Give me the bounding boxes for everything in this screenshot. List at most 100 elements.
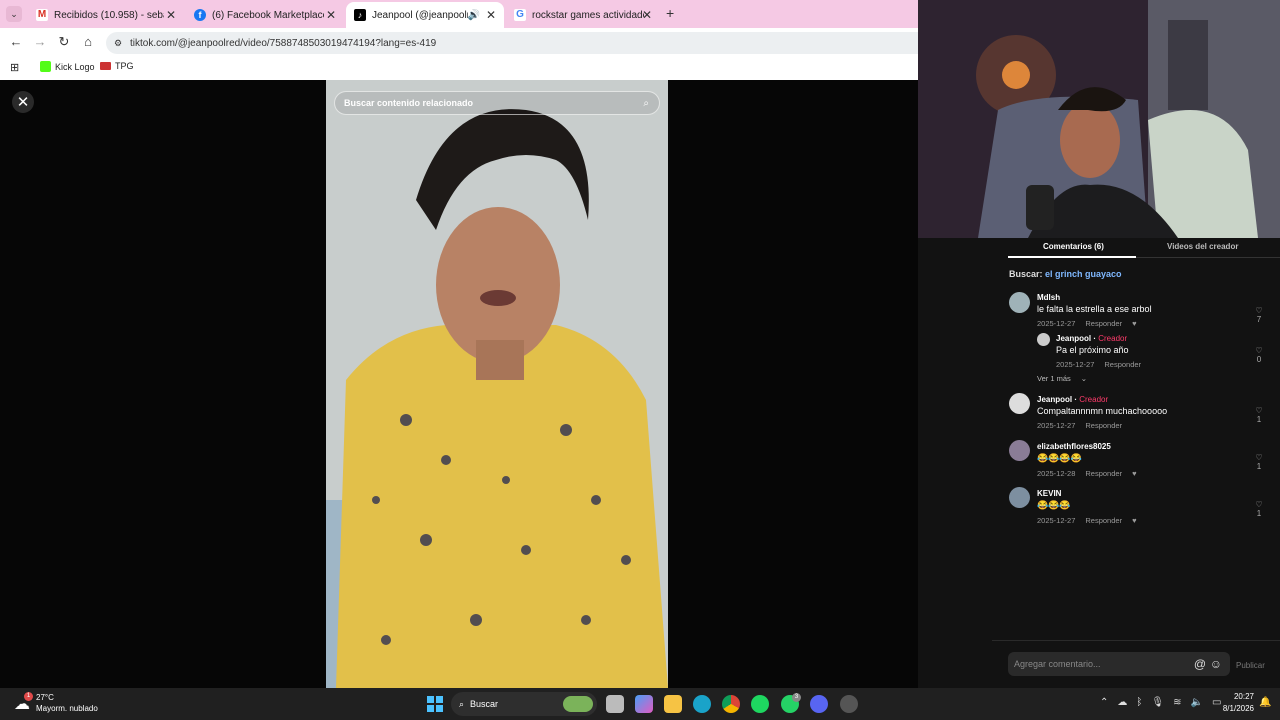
microphone-icon[interactable]: 🎙 [1151,697,1164,708]
creator-liked-icon: ♥ [1132,516,1137,525]
comment-input[interactable]: Agregar comentario... @ ☺ [1008,652,1230,676]
avatar[interactable] [1009,292,1030,313]
taskbar-search[interactable]: ⌕ Buscar [451,692,597,716]
reload-icon[interactable]: ↻ [56,34,72,50]
avatar[interactable] [1009,440,1030,461]
tab-label: Jeanpool (@jeanpoolred) | [372,9,468,21]
apps-icon[interactable]: ⊞ [10,61,19,74]
close-tab-icon[interactable]: ✕ [166,8,176,22]
tab-google[interactable]: G rockstar games actividades cam ✕ [506,4,660,26]
search-icon[interactable]: ⌕ [643,98,649,109]
view-more-replies[interactable]: Ver 1 más ⌄ [1037,374,1087,383]
reply-link[interactable]: Responder [1085,469,1122,478]
reply-link[interactable]: Responder [1085,516,1122,525]
network-app-icon[interactable]: ☁ [1117,697,1127,708]
clock[interactable]: 20:27 8/1/2026 [1214,692,1254,713]
view-more-label[interactable]: Ver 1 más [1037,374,1071,383]
emoji-icon[interactable]: ☺ [1210,657,1222,671]
bluetooth-icon[interactable]: ᛒ [1136,697,1142,708]
reply-link[interactable]: Responder [1104,360,1141,369]
like-count: 0 [1256,355,1262,364]
video-player[interactable] [326,80,668,688]
new-tab-button[interactable]: + [666,5,674,21]
comment-username[interactable]: elizabethflores8025 [1037,442,1137,451]
reply-item: Jeanpool · Creador Pa el próximo año 202… [1056,334,1142,369]
close-tab-icon[interactable]: ✕ [642,8,652,22]
close-tab-icon[interactable]: ✕ [326,8,336,22]
heart-icon[interactable]: ♡ [1254,346,1264,355]
google-icon: G [514,9,526,21]
like-count: 1 [1256,462,1262,471]
tab-comments[interactable]: Comentarios (6) [1043,242,1104,251]
search-label: Buscar: [1009,269,1043,279]
file-explorer-icon[interactable] [664,695,682,713]
app-icon[interactable] [840,695,858,713]
comment-text: 😂😂😂😂 [1037,453,1082,463]
reply-link[interactable]: Responder [1085,421,1122,430]
like-button[interactable]: ♡ 1 [1254,500,1264,518]
chevron-up-icon[interactable]: ⌃ [1100,697,1108,708]
task-view-icon[interactable] [606,695,624,713]
weather-widget[interactable]: ☁ 1 27°C Mayorm. nublado [14,692,124,716]
comment-date: 2025-12-27 [1037,319,1076,328]
forward-icon[interactable]: → [32,34,48,49]
wifi-icon[interactable]: ≋ [1173,697,1181,708]
discord-icon[interactable] [810,695,828,713]
edge-icon[interactable] [693,695,711,713]
related-search-input[interactable]: Buscar contenido relacionado ⌕ [334,91,660,115]
avatar[interactable] [1009,487,1030,508]
tpg-icon [100,62,111,70]
related-search-link[interactable]: Buscar: el grinch guayaco [1009,269,1122,279]
tab-tiktok[interactable]: ♪ Jeanpool (@jeanpoolred) | 🔊 ✕ [346,2,504,28]
reply-link[interactable]: Responder [1085,319,1122,328]
tab-gmail[interactable]: M Recibidos (10.958) - sebastiand ✕ [28,4,184,26]
like-button[interactable]: ♡ 1 [1254,406,1264,424]
publish-button[interactable]: Publicar [1236,661,1265,670]
search-term[interactable]: el grinch guayaco [1045,269,1122,279]
url-bar[interactable]: ⚙ tiktok.com/@jeanpoolred/video/75887485… [106,32,918,54]
like-button[interactable]: ♡ 0 [1254,346,1264,364]
comment-item: Mdlsh le falta la estrella a ese arbol 2… [1037,293,1152,328]
tab-list-dropdown[interactable]: ⌄ [6,6,22,22]
comment-text: 😂😂😂 [1037,500,1071,510]
comment-username[interactable]: KEVIN [1037,489,1137,498]
close-tab-icon[interactable]: ✕ [486,8,496,22]
windows-logo-icon [427,696,434,703]
like-button[interactable]: ♡ 7 [1254,306,1264,324]
heart-icon[interactable]: ♡ [1254,406,1264,415]
chevron-down-icon: ⌄ [1080,374,1088,383]
mention-icon[interactable]: @ [1194,657,1206,671]
chrome-icon[interactable] [722,695,740,713]
comment-item: KEVIN 😂😂😂 2025-12-27 Responder ♥ [1037,489,1137,525]
heart-icon[interactable]: ♡ [1254,306,1264,315]
tab-facebook[interactable]: f (6) Facebook Marketplace | Face ✕ [186,4,344,26]
home-icon[interactable]: ⌂ [80,34,96,49]
active-tab-indicator [1008,256,1136,258]
tab-creator-videos[interactable]: Videos del creador [1167,242,1238,251]
avatar[interactable] [1037,333,1050,346]
notification-icon[interactable]: 🔔 [1259,697,1271,708]
close-video-button[interactable]: ✕ [12,91,34,113]
clock-date: 8/1/2026 [1222,704,1254,713]
copilot-icon[interactable] [635,695,653,713]
avatar[interactable] [1009,393,1030,414]
bookmark-tpg[interactable]: TPG [100,61,134,71]
bookmark-label: Kick Logo [55,61,95,72]
weather-temp: 27°C [36,693,54,702]
like-button[interactable]: ♡ 1 [1254,453,1264,471]
start-button[interactable] [427,696,443,712]
spotify-icon[interactable] [751,695,769,713]
windows-taskbar: ☁ 1 27°C Mayorm. nublado ⌕ Buscar 3 ⌃ ☁ … [0,688,1280,720]
heart-icon[interactable]: ♡ [1254,500,1264,509]
audio-playing-icon[interactable]: 🔊 [468,10,480,21]
back-icon[interactable]: ← [8,34,24,49]
site-info-icon[interactable]: ⚙ [114,38,122,49]
heart-icon[interactable]: ♡ [1254,453,1264,462]
bookmark-kick-logo[interactable]: Kick Logo [40,61,95,72]
comment-username[interactable]: Mdlsh [1037,293,1152,302]
comment-username[interactable]: Jeanpool [1056,334,1091,343]
comment-username[interactable]: Jeanpool [1037,395,1072,404]
taskbar-search-label: Buscar [470,699,499,709]
speaker-icon[interactable]: 🔈 [1190,697,1202,708]
search-icon: ⌕ [459,698,465,709]
